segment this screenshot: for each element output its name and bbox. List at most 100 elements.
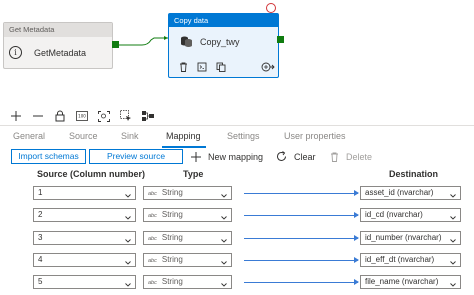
type-dropdown[interactable]: abc String <box>143 252 232 269</box>
zoom-fit-icon[interactable] <box>97 109 111 123</box>
mapping-connector-line <box>244 237 358 239</box>
active-tab-indicator <box>162 146 206 148</box>
destination-column-value: id_number (nvarchar) <box>365 232 442 242</box>
source-column-dropdown[interactable]: 5 <box>33 275 136 291</box>
error-indicator-icon[interactable] <box>266 3 276 13</box>
activity-name: GetMetadata <box>34 47 87 58</box>
add-icon[interactable] <box>9 109 23 123</box>
tab-source[interactable]: Source <box>69 131 98 141</box>
activity-type-label: Copy data <box>169 14 278 27</box>
code-icon[interactable] <box>197 62 207 74</box>
copy-database-icon <box>180 35 193 50</box>
chevron-down-icon <box>450 212 456 224</box>
string-type-icon: abc <box>148 213 157 220</box>
mapping-connector-line <box>244 259 358 261</box>
type-dropdown[interactable]: abc String <box>143 275 232 291</box>
chevron-down-icon <box>221 279 227 291</box>
mapping-arrow-icon <box>354 190 359 196</box>
chevron-down-icon <box>221 257 227 269</box>
success-dependency-connector <box>118 36 168 46</box>
mapping-arrow-icon <box>354 212 359 219</box>
copy-icon[interactable] <box>216 62 226 74</box>
destination-column-value: id_cd (nvarchar) <box>365 210 423 220</box>
clear-button[interactable]: Clear <box>276 149 316 164</box>
activity-properties-tabs: General Source Sink Mapping Settings Use… <box>0 131 474 148</box>
source-column-value: 1 <box>38 188 43 197</box>
destination-column-value: asset_id (nvarchar) <box>365 188 434 197</box>
delete-icon <box>330 152 339 162</box>
delete-button[interactable]: Delete <box>330 149 372 164</box>
source-column-value: 3 <box>38 232 43 242</box>
copy-success-output-handle[interactable] <box>277 36 284 43</box>
type-value: String <box>161 254 183 264</box>
destination-column-header: Destination <box>389 169 439 179</box>
clear-label: Clear <box>294 151 316 162</box>
table-row: 2 abc String id_cd (nvarchar) <box>0 205 474 227</box>
copy-data-activity[interactable]: Copy data Copy_twy <box>168 13 279 78</box>
type-value: String <box>161 232 183 242</box>
preview-source-button[interactable]: Preview source <box>89 149 183 164</box>
source-column-dropdown[interactable]: 2 <box>33 208 136 224</box>
mapping-arrow-icon <box>354 256 359 263</box>
auto-align-icon[interactable] <box>141 109 155 123</box>
source-column-value: 4 <box>38 254 43 264</box>
chevron-down-icon <box>125 279 131 291</box>
destination-column-dropdown[interactable]: file_name (nvarchar) <box>360 275 461 291</box>
add-icon <box>191 151 201 162</box>
pipeline-canvas[interactable]: Get Metadata i GetMetadata Copy data Cop… <box>0 0 474 104</box>
get-metadata-activity[interactable]: Get Metadata i GetMetadata <box>3 22 113 69</box>
mapping-arrow-icon <box>354 234 359 241</box>
chevron-down-icon <box>450 257 456 269</box>
type-dropdown[interactable]: abc String <box>143 230 232 247</box>
tab-user-properties[interactable]: User properties <box>284 131 346 141</box>
canvas-toolbar: 100 <box>0 107 474 125</box>
chevron-down-icon <box>221 190 227 202</box>
destination-column-value: file_name (nvarchar) <box>365 277 439 287</box>
mapping-connector-line <box>244 282 358 284</box>
new-mapping-button[interactable]: New mapping <box>191 149 263 164</box>
destination-column-dropdown[interactable]: id_cd (nvarchar) <box>360 208 461 224</box>
import-schemas-button[interactable]: Import schemas <box>11 149 86 164</box>
chevron-down-icon <box>450 190 456 202</box>
refresh-icon <box>276 151 287 162</box>
table-row: 1 abc String asset_id (nvarchar) <box>0 183 474 205</box>
tab-settings[interactable]: Settings <box>227 131 260 141</box>
toolbar-divider <box>0 125 474 126</box>
minus-icon[interactable] <box>31 109 45 123</box>
info-icon: i <box>9 46 22 59</box>
chevron-down-icon <box>125 190 131 202</box>
tab-sink[interactable]: Sink <box>121 131 139 141</box>
destination-column-dropdown[interactable]: asset_id (nvarchar) <box>360 186 461 200</box>
new-mapping-label: New mapping <box>208 151 264 162</box>
chevron-down-icon <box>450 279 456 291</box>
type-value: String <box>161 210 183 220</box>
table-row: 3 abc String id_number (nvarchar) <box>0 228 474 250</box>
chevron-down-icon <box>450 235 456 247</box>
source-column-value: 5 <box>38 277 43 287</box>
tab-general[interactable]: General <box>13 131 45 141</box>
zoom-100-icon[interactable]: 100 <box>75 109 89 123</box>
mapping-arrow-icon <box>354 279 359 286</box>
type-column-header: Type <box>183 169 204 179</box>
go-to-icon[interactable] <box>261 62 275 74</box>
source-column-dropdown[interactable]: 3 <box>33 230 136 245</box>
chevron-down-icon <box>221 212 227 224</box>
svg-text:100: 100 <box>78 114 86 119</box>
mapping-connector-line <box>244 215 358 217</box>
source-column-dropdown[interactable]: 4 <box>33 252 136 269</box>
destination-column-dropdown[interactable]: id_number (nvarchar) <box>360 230 461 247</box>
source-column-dropdown[interactable]: 1 <box>33 186 136 200</box>
string-type-icon: abc <box>148 257 157 264</box>
lock-icon[interactable] <box>53 109 67 123</box>
chevron-down-icon <box>125 212 131 224</box>
tab-mapping[interactable]: Mapping <box>166 131 201 141</box>
type-dropdown[interactable]: abc String <box>143 208 232 224</box>
delete-icon[interactable] <box>179 62 188 74</box>
select-icon[interactable] <box>119 109 133 123</box>
string-type-icon: abc <box>148 235 157 242</box>
source-column-value: 2 <box>38 210 43 220</box>
chevron-down-icon <box>125 257 131 269</box>
destination-column-dropdown[interactable]: id_eff_dt (nvarchar) <box>360 252 461 269</box>
chevron-down-icon <box>221 235 227 247</box>
type-dropdown[interactable]: abc String <box>143 186 232 200</box>
